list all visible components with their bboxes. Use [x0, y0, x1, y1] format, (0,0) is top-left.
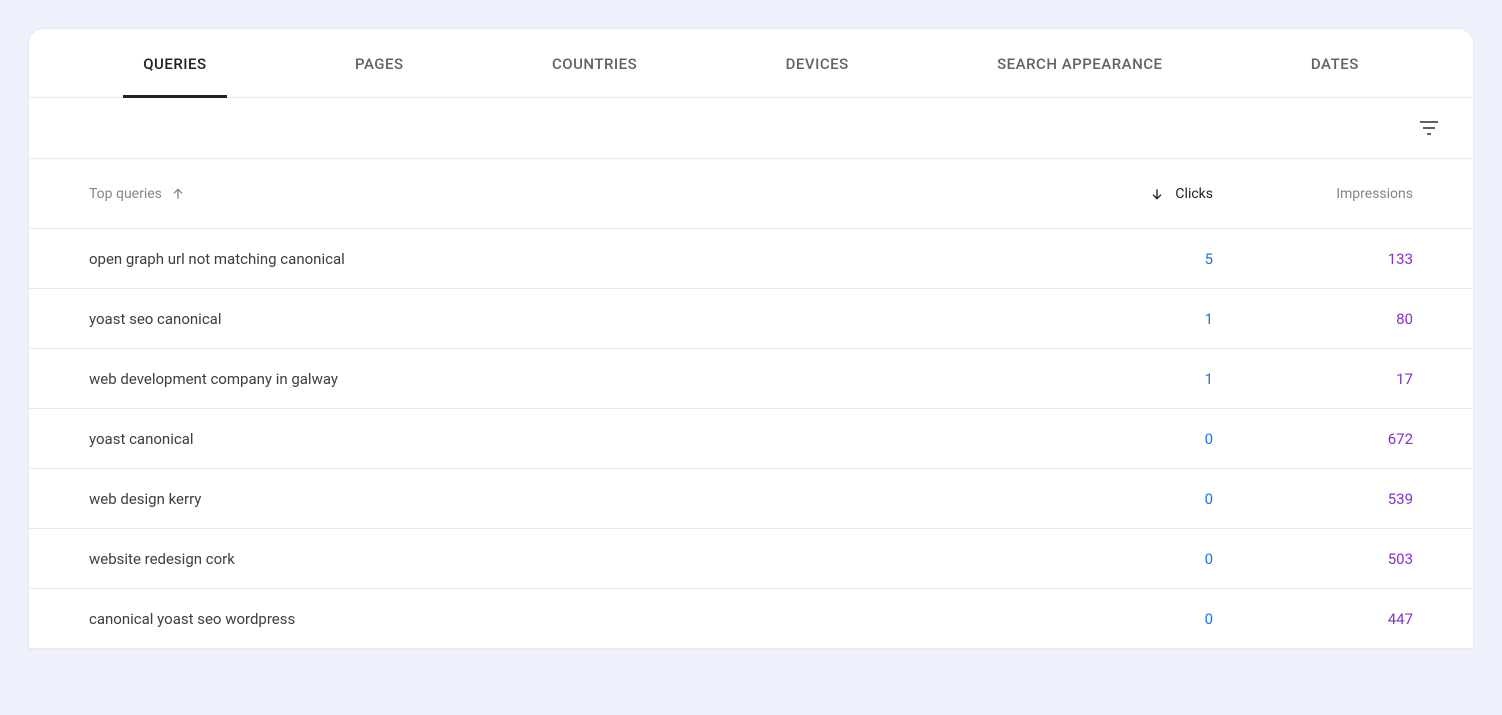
- table-row[interactable]: yoast seo canonical180: [29, 289, 1473, 349]
- cell-clicks: 0: [1043, 490, 1213, 508]
- cell-clicks: 5: [1043, 250, 1213, 268]
- filter-bar: [29, 98, 1473, 159]
- cell-query: open graph url not matching canonical: [89, 250, 1043, 268]
- tab-label: DEVICES: [786, 55, 849, 73]
- table-row[interactable]: yoast canonical0672: [29, 409, 1473, 469]
- cell-impressions: 447: [1213, 610, 1413, 628]
- tab-dates[interactable]: DATES: [1291, 29, 1379, 97]
- cell-impressions: 539: [1213, 490, 1413, 508]
- cell-query: web development company in galway: [89, 370, 1043, 388]
- performance-card: QUERIES PAGES COUNTRIES DEVICES SEARCH APPEA…: [28, 28, 1474, 650]
- cell-clicks: 1: [1043, 370, 1213, 388]
- column-header-clicks[interactable]: Clicks: [1043, 186, 1213, 202]
- cell-clicks: 1: [1043, 310, 1213, 328]
- tab-devices[interactable]: DEVICES: [766, 29, 869, 97]
- tab-queries[interactable]: QUERIES: [123, 29, 226, 97]
- cell-impressions: 672: [1213, 430, 1413, 448]
- tab-countries[interactable]: COUNTRIES: [532, 29, 657, 97]
- cell-clicks: 0: [1043, 430, 1213, 448]
- cell-clicks: 0: [1043, 610, 1213, 628]
- table-header-row: Top queries Clicks Impressions: [29, 159, 1473, 229]
- arrow-down-icon: [1149, 186, 1165, 202]
- column-header-impressions-label: Impressions: [1336, 186, 1413, 202]
- tab-search-appearance[interactable]: SEARCH APPEARANCE: [977, 29, 1182, 97]
- table-row[interactable]: web design kerry0539: [29, 469, 1473, 529]
- tab-label: DATES: [1311, 55, 1359, 73]
- cell-impressions: 503: [1213, 550, 1413, 568]
- tab-label: SEARCH APPEARANCE: [997, 55, 1162, 73]
- column-header-impressions[interactable]: Impressions: [1213, 186, 1413, 202]
- tab-label: PAGES: [355, 55, 404, 73]
- column-header-query-label: Top queries: [89, 186, 162, 202]
- cell-impressions: 17: [1213, 370, 1413, 388]
- cell-query: website redesign cork: [89, 550, 1043, 568]
- table-row[interactable]: canonical yoast seo wordpress0447: [29, 589, 1473, 649]
- cell-query: yoast canonical: [89, 430, 1043, 448]
- column-header-query[interactable]: Top queries: [89, 186, 1043, 202]
- cell-impressions: 80: [1213, 310, 1413, 328]
- cell-impressions: 133: [1213, 250, 1413, 268]
- tab-pages[interactable]: PAGES: [335, 29, 424, 97]
- column-header-clicks-label: Clicks: [1175, 186, 1213, 202]
- cell-query: canonical yoast seo wordpress: [89, 610, 1043, 628]
- cell-query: web design kerry: [89, 490, 1043, 508]
- table-row[interactable]: web development company in galway117: [29, 349, 1473, 409]
- cell-clicks: 0: [1043, 550, 1213, 568]
- arrow-up-icon: [170, 186, 186, 202]
- cell-query: yoast seo canonical: [89, 310, 1043, 328]
- tab-label: COUNTRIES: [552, 55, 637, 73]
- dimension-tabs: QUERIES PAGES COUNTRIES DEVICES SEARCH APPEA…: [29, 29, 1473, 98]
- table-row[interactable]: open graph url not matching canonical513…: [29, 229, 1473, 289]
- table-row[interactable]: website redesign cork0503: [29, 529, 1473, 589]
- tab-label: QUERIES: [143, 55, 206, 73]
- filter-icon[interactable]: [1417, 116, 1441, 140]
- queries-table: Top queries Clicks Impressions open grap…: [29, 159, 1473, 649]
